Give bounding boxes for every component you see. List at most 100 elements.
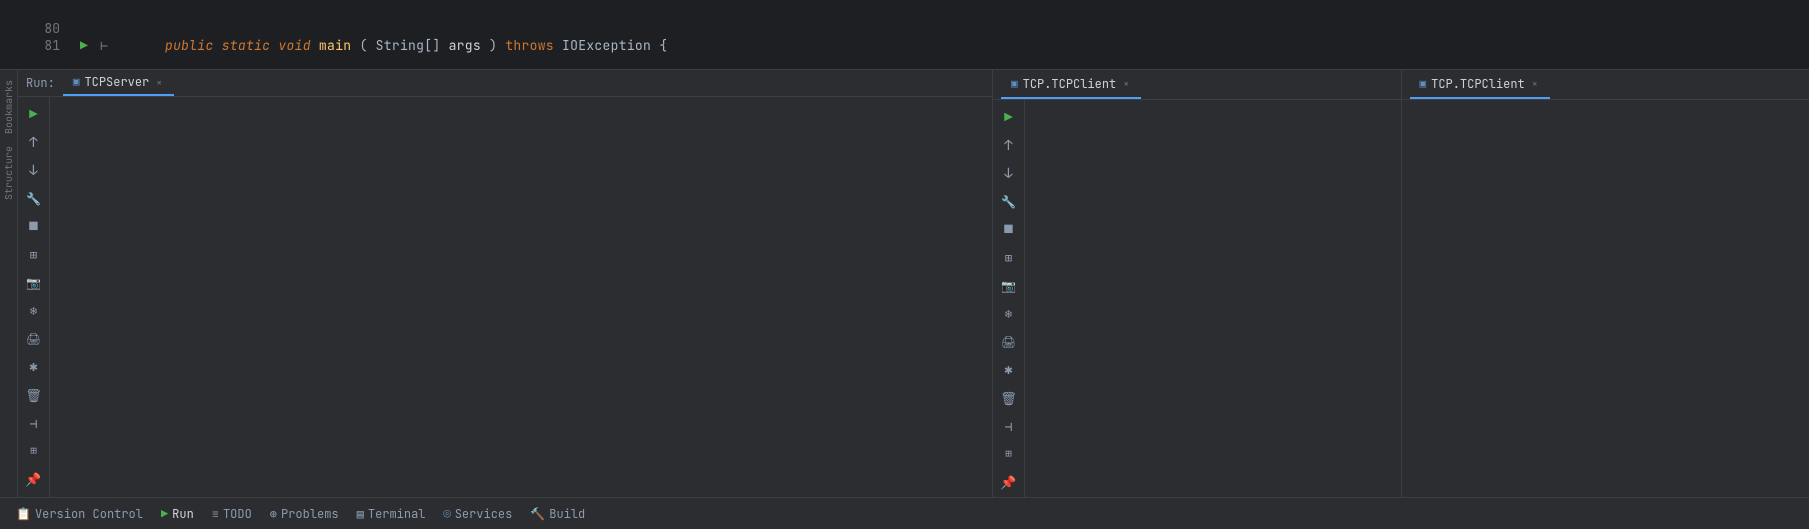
scroll-up-button[interactable]: ↑ — [22, 131, 46, 155]
bookmarks-side-tab[interactable]: Bookmarks — [1, 74, 16, 140]
terminal-tab[interactable]: ▤ Terminal — [349, 502, 434, 526]
panels-area: Run: ▣ TCPServer × ▶ ↑ ↓ 🔧 ■ — [18, 70, 1809, 497]
run-tab-label: Run — [172, 506, 194, 522]
run-tab-icon: ▶ — [161, 506, 168, 522]
line-number-81: 81 — [44, 37, 60, 54]
line-numbers: 80 81 — [10, 16, 70, 54]
run-tab[interactable]: ▶ Run — [153, 502, 202, 526]
scroll-down-r1[interactable]: ↓ — [997, 162, 1021, 186]
kw-throws: throws — [505, 37, 554, 54]
delete-button[interactable]: 🗑 — [22, 383, 46, 407]
wrench-button[interactable]: 🔧 — [22, 187, 46, 211]
left-toolbar: ▶ ↑ ↓ 🔧 ■ ⊞ 📷 ❄ 🖨 ✱ 🗑 ⊣ ⊞ 📌 — [18, 97, 50, 497]
run-label: Run: — [26, 75, 55, 91]
print-button[interactable]: 🖨 — [22, 327, 46, 351]
restore-r1[interactable]: ⊞ — [997, 246, 1021, 270]
layout2-r1[interactable]: ⊞ — [997, 442, 1021, 466]
run-button[interactable]: ▶ — [22, 103, 46, 127]
right-panel-2-content — [1402, 100, 1809, 497]
freeze-button[interactable]: ❄ — [22, 299, 46, 323]
right-toolbar-1: ▶ ↑ ↓ 🔧 ■ ⊞ 📷 ❄ 🖨 ✱ 🗑 — [993, 100, 1025, 497]
kw-public: public — [165, 37, 214, 54]
tab-run-icon-r2: ▣ — [1420, 77, 1427, 91]
close-active-button[interactable]: ⊣ — [22, 411, 46, 435]
asterisk-r1[interactable]: ✱ — [997, 358, 1021, 382]
run-marker-icon[interactable]: ▶ — [80, 37, 88, 54]
right-tab-bar-1: ▣ TCP.TCPClient × — [993, 70, 1401, 100]
problems-tab[interactable]: ⊕ Problems — [262, 502, 347, 526]
layout-wrapper: Bookmarks Structure Run: ▣ TCPServer × — [0, 70, 1809, 497]
param-string-array: String[] — [376, 37, 441, 54]
code-line-empty — [70, 15, 667, 31]
wrench-r1[interactable]: 🔧 — [997, 190, 1021, 214]
build-icon: 🔨 — [530, 506, 545, 522]
pin-r1[interactable]: 📌 — [997, 470, 1021, 494]
breakpoint-gutter-icon: ⊢ — [100, 37, 108, 54]
exception-type: IOException — [562, 37, 651, 54]
open-brace: { — [659, 37, 667, 54]
terminal-icon: ▤ — [357, 506, 364, 522]
tab-run-icon: ▣ — [73, 75, 80, 89]
camera-button[interactable]: 📷 — [22, 271, 46, 295]
stop-r1[interactable]: ■ — [997, 218, 1021, 242]
tab-run-icon-r1: ▣ — [1011, 77, 1018, 91]
version-control-label: Version Control — [35, 506, 143, 522]
camera-r1[interactable]: 📷 — [997, 274, 1021, 298]
version-control-icon: 📋 — [16, 506, 31, 522]
layout2-button[interactable]: ⊞ — [22, 439, 46, 463]
scroll-down-button[interactable]: ↓ — [22, 159, 46, 183]
left-run-panel: Run: ▣ TCPServer × ▶ ↑ ↓ 🔧 ■ — [18, 70, 993, 497]
services-icon: ◎ — [443, 506, 450, 522]
tcp-tcpclient-tab1-close[interactable]: × — [1121, 76, 1131, 91]
right-panel-2: ▣ TCP.TCPClient × — [1401, 70, 1809, 497]
bottom-bar: 📋 Version Control ▶ Run ≡ TODO ⊕ Problem… — [0, 497, 1809, 529]
delete-r1[interactable]: 🗑 — [997, 386, 1021, 410]
left-side-strip: Bookmarks Structure — [0, 70, 18, 497]
right-panel-1-content — [1025, 100, 1401, 497]
tcp-tcpclient-tab-2[interactable]: ▣ TCP.TCPClient × — [1410, 70, 1550, 99]
tcpserver-tab[interactable]: ▣ TCPServer × — [63, 70, 174, 96]
method-name: main — [319, 37, 351, 54]
build-label: Build — [549, 506, 585, 522]
tcp-tcpclient-tab2-close[interactable]: × — [1530, 76, 1540, 91]
asterisk-button[interactable]: ✱ — [22, 355, 46, 379]
problems-icon: ⊕ — [270, 506, 277, 522]
restore-layout-button[interactable]: ⊞ — [22, 243, 46, 267]
kw-static: static — [222, 37, 271, 54]
structure-side-tab[interactable]: Structure — [1, 140, 16, 206]
terminal-label: Terminal — [368, 506, 426, 522]
open-paren: ( — [359, 37, 367, 54]
right-split-wrapper: ▣ TCP.TCPClient × ▶ ↑ ↓ 🔧 ■ — [993, 70, 1809, 497]
right-panel-2-body — [1402, 100, 1809, 497]
tcp-tcpclient-tab-1[interactable]: ▣ TCP.TCPClient × — [1001, 70, 1141, 99]
run-button-r1[interactable]: ▶ — [997, 106, 1021, 130]
line-number-80: 80 — [44, 20, 60, 37]
todo-tab[interactable]: ≡ TODO — [204, 502, 260, 526]
code-line-81: ▶ ⊢ public static void main ( String[] a… — [70, 37, 667, 54]
todo-icon: ≡ — [212, 506, 219, 522]
tcpserver-tab-close[interactable]: × — [154, 75, 164, 90]
pin-button[interactable]: 📌 — [22, 467, 46, 491]
tcp-tcpclient-tab2-label: TCP.TCPClient — [1431, 76, 1525, 92]
close-paren: ) — [489, 37, 497, 54]
tcpserver-tab-label: TCPServer — [84, 74, 149, 90]
stop-button[interactable]: ■ — [22, 215, 46, 239]
print-r1[interactable]: 🖨 — [997, 330, 1021, 354]
version-control-tab[interactable]: 📋 Version Control — [8, 502, 151, 526]
build-tab[interactable]: 🔨 Build — [522, 502, 593, 526]
services-tab[interactable]: ◎ Services — [435, 502, 520, 526]
todo-label: TODO — [223, 506, 252, 522]
tcp-tcpclient-tab1-label: TCP.TCPClient — [1023, 76, 1117, 92]
right-tab-bar-2: ▣ TCP.TCPClient × — [1402, 70, 1809, 100]
services-label: Services — [455, 506, 513, 522]
scroll-up-r1[interactable]: ↑ — [997, 134, 1021, 158]
left-panel-body: ▶ ↑ ↓ 🔧 ■ ⊞ 📷 ❄ 🖨 ✱ 🗑 ⊣ ⊞ 📌 — [18, 97, 992, 497]
close-active-r1[interactable]: ⊣ — [997, 414, 1021, 438]
problems-label: Problems — [281, 506, 339, 522]
main-container: Bookmarks Structure Run: ▣ TCPServer × — [0, 70, 1809, 529]
freeze-r1[interactable]: ❄ — [997, 302, 1021, 326]
code-area: 80 81 ▶ ⊢ public static void main ( Stri… — [0, 0, 1809, 70]
right-split-panels: ▣ TCP.TCPClient × ▶ ↑ ↓ 🔧 ■ — [993, 70, 1809, 497]
left-panel-content — [50, 97, 992, 497]
right-panel-1-body: ▶ ↑ ↓ 🔧 ■ ⊞ 📷 ❄ 🖨 ✱ 🗑 — [993, 100, 1401, 497]
